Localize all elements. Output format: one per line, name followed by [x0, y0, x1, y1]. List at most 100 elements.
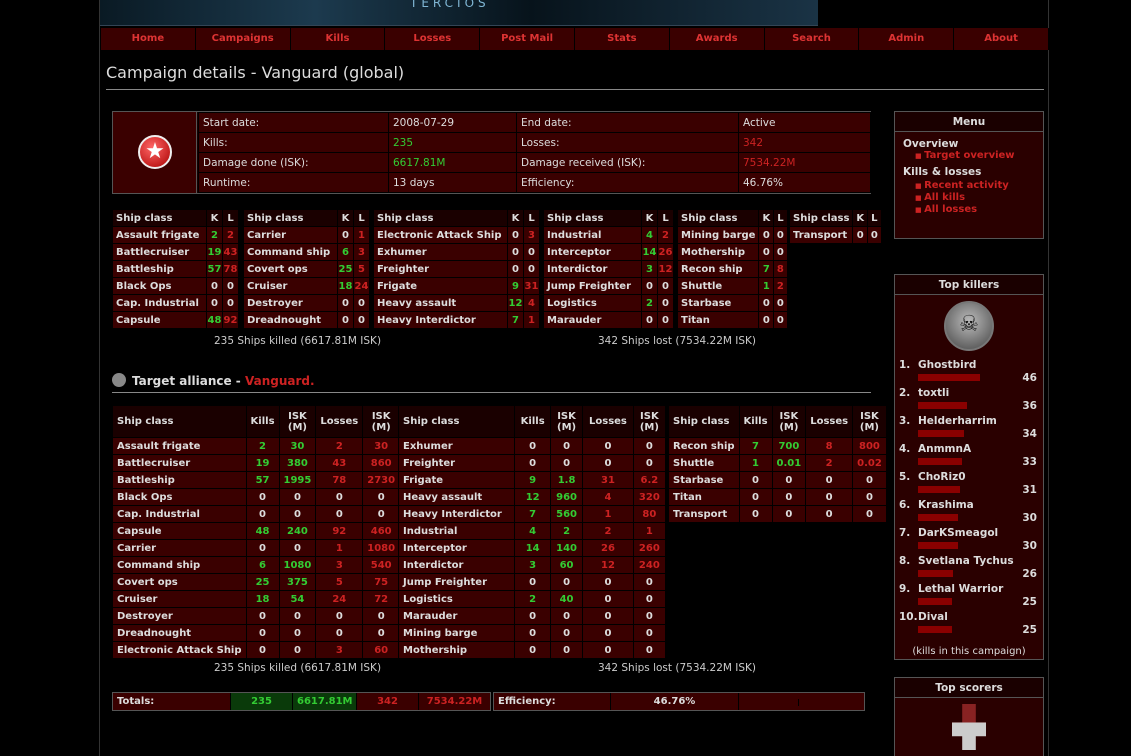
killer-name[interactable]: Helderharrim [918, 415, 997, 427]
ship-class-name[interactable]: Marauder [397, 607, 516, 625]
ship-class-name[interactable]: Recon ship [668, 437, 740, 455]
nav-item-awards[interactable]: Awards [669, 28, 765, 50]
menu-link-all-losses[interactable]: All losses [915, 204, 1043, 216]
kill-count: 7 [758, 260, 775, 278]
ship-class-name[interactable]: Dreadnought [112, 624, 247, 642]
medal-icon[interactable] [952, 704, 986, 750]
ship-class-name[interactable]: Industrial [543, 226, 642, 244]
ship-class-name[interactable]: Shuttle [676, 277, 760, 295]
loss-count: 0 [315, 624, 364, 642]
ship-class-name[interactable]: Destroyer [112, 607, 247, 625]
ship-class-name[interactable]: Frigate [397, 471, 516, 489]
loss-count: 0 [582, 641, 634, 659]
ship-class-name[interactable]: Destroyer [243, 294, 338, 312]
ship-class-name[interactable]: Cap. Industrial [112, 505, 247, 523]
ship-class-name[interactable]: Cruiser [112, 590, 247, 608]
ship-class-name[interactable]: Battlecruiser [112, 454, 247, 472]
ship-class-name[interactable]: Carrier [243, 226, 338, 244]
killer-name[interactable]: AnmmnA [918, 443, 971, 455]
nav-item-home[interactable]: Home [101, 28, 196, 50]
top-killer-portrait-icon[interactable]: ☠ [944, 301, 994, 351]
killer-name[interactable]: Krashima [918, 499, 974, 511]
ship-class-name[interactable]: Battlecruiser [112, 243, 207, 261]
kill-count: 0 [206, 277, 223, 295]
ship-class-name[interactable]: Battleship [112, 260, 207, 278]
ship-class-name[interactable]: Starbase [676, 294, 760, 312]
ship-class-name[interactable]: Interdictor [397, 556, 516, 574]
ship-class-name[interactable]: Freighter [373, 260, 508, 278]
ship-class-name[interactable]: Transport [668, 505, 740, 523]
killer-name[interactable]: Dival [918, 611, 948, 623]
damage-received-label: Damage received (ISK): [516, 152, 739, 173]
ship-class-name[interactable]: Black Ops [112, 277, 207, 295]
ship-class-name[interactable]: Assault frigate [112, 437, 247, 455]
ship-summary-table: Ship class K L Assault frigate 2 2 Battlecruis… [112, 209, 239, 329]
kill-count: 48 [245, 522, 280, 540]
ship-class-name[interactable]: Cruiser [243, 277, 338, 295]
ship-class-name[interactable]: Battleship [112, 471, 247, 489]
killer-name[interactable]: toxtli [918, 387, 949, 399]
ship-class-name[interactable]: Command ship [112, 556, 247, 574]
ship-class-name[interactable]: Heavy Interdictor [373, 311, 508, 329]
ship-class-name[interactable]: Mining barge [676, 226, 760, 244]
ship-class-name[interactable]: Titan [668, 488, 740, 506]
ship-class-name[interactable]: Starbase [668, 471, 740, 489]
menu-link-target-overview[interactable]: Target overview [915, 150, 1043, 162]
ship-class-name[interactable]: Shuttle [668, 454, 740, 472]
ship-class-name[interactable]: Black Ops [112, 488, 247, 506]
ship-class-name[interactable]: Heavy assault [373, 294, 508, 312]
kill-count: 7 [514, 505, 551, 523]
ship-class-name[interactable]: Covert ops [112, 573, 247, 591]
ship-class-name[interactable]: Freighter [397, 454, 516, 472]
ship-class-name[interactable]: Heavy assault [397, 488, 516, 506]
ship-class-name[interactable]: Logistics [397, 590, 516, 608]
nav-item-about[interactable]: About [954, 28, 1049, 50]
nav-item-post-mail[interactable]: Post Mail [480, 28, 575, 50]
ship-class-name[interactable]: Covert ops [243, 260, 338, 278]
ship-class-name[interactable]: Electronic Attack Ship [373, 226, 508, 244]
ship-class-name[interactable]: Mothership [676, 243, 760, 261]
nav-item-search[interactable]: Search [764, 28, 860, 50]
ship-class-name[interactable]: Capsule [112, 522, 247, 540]
nav-item-stats[interactable]: Stats [574, 28, 670, 50]
killer-name[interactable]: Svetlana Tychus [918, 555, 1014, 567]
killer-name[interactable]: DarKSmeagol [918, 527, 998, 539]
ship-class-name[interactable]: Carrier [112, 539, 247, 557]
menu-link-recent-activity[interactable]: Recent activity [915, 180, 1043, 192]
menu-link-all-kills[interactable]: All kills [915, 192, 1043, 204]
ship-class-name[interactable]: Jump Freighter [543, 277, 642, 295]
ship-class-name[interactable]: Dreadnought [243, 311, 338, 329]
ship-class-name[interactable]: Exhumer [373, 243, 508, 261]
nav-item-campaigns[interactable]: Campaigns [195, 28, 291, 50]
killer-name[interactable]: ChoRiz0 [918, 471, 966, 483]
ship-class-name[interactable]: Cap. Industrial [112, 294, 207, 312]
killer-name[interactable]: Lethal Warrior [918, 583, 1003, 595]
ship-class-name[interactable]: Interceptor [397, 539, 516, 557]
ship-class-name[interactable]: Titan [676, 311, 760, 329]
ship-class-name[interactable]: Frigate [373, 277, 508, 295]
kill-count: 18 [245, 590, 280, 608]
table-row: Assault frigate 2 2 [112, 226, 239, 244]
ship-class-name[interactable]: Assault frigate [112, 226, 207, 244]
ship-class-name[interactable]: Mothership [397, 641, 516, 659]
target-alliance-name[interactable]: Vanguard. [245, 374, 315, 388]
nav-item-losses[interactable]: Losses [385, 28, 481, 50]
nav-item-kills[interactable]: Kills [290, 28, 386, 50]
kill-count: 0 [337, 294, 354, 312]
ship-class-name[interactable]: Logistics [543, 294, 642, 312]
ship-class-name[interactable]: Interdictor [543, 260, 642, 278]
ship-class-name[interactable]: Exhumer [397, 437, 516, 455]
killer-name[interactable]: Ghostbird [918, 359, 976, 371]
ship-class-name[interactable]: Heavy Interdictor [397, 505, 516, 523]
ship-class-name[interactable]: Interceptor [543, 243, 642, 261]
ship-class-name[interactable]: Transport [788, 226, 854, 244]
nav-item-admin[interactable]: Admin [859, 28, 955, 50]
ship-class-name[interactable]: Command ship [243, 243, 338, 261]
ship-class-name[interactable]: Recon ship [676, 260, 760, 278]
ship-class-name[interactable]: Electronic Attack Ship [112, 641, 247, 659]
ship-class-name[interactable]: Jump Freighter [397, 573, 516, 591]
ship-class-name[interactable]: Marauder [543, 311, 642, 329]
ship-class-name[interactable]: Capsule [112, 311, 207, 329]
ship-class-name[interactable]: Mining barge [397, 624, 516, 642]
ship-class-name[interactable]: Industrial [397, 522, 516, 540]
